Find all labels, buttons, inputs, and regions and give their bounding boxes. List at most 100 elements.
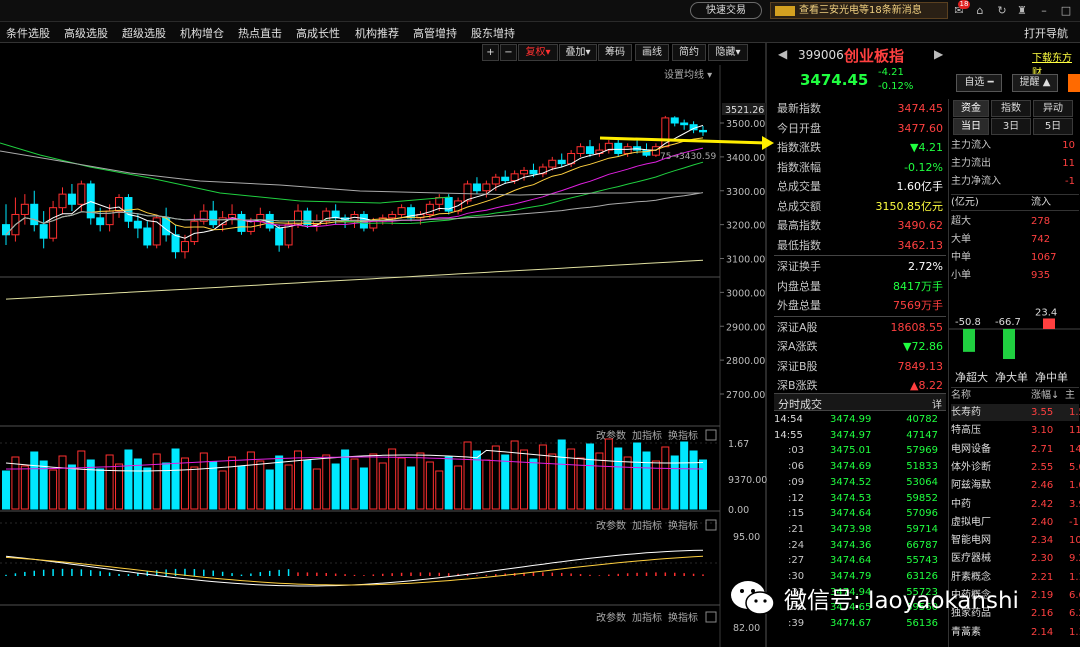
sector-pct: 3.10 bbox=[1031, 425, 1054, 437]
tick-detail-button[interactable]: 详 bbox=[932, 396, 942, 411]
tab-movement[interactable]: 异动 bbox=[1033, 100, 1073, 117]
tick-row[interactable]: :03 3475.01 57969 bbox=[774, 443, 946, 458]
flow-row: 主力净流入 -1 bbox=[951, 173, 1079, 190]
remind-button[interactable]: 提醒 ▲ bbox=[1012, 74, 1058, 92]
volume-bar bbox=[425, 461, 434, 510]
fuquan-button[interactable]: 复权▾ bbox=[518, 44, 558, 61]
volume-bar bbox=[237, 465, 246, 510]
candle-body bbox=[520, 169, 529, 175]
tick-row[interactable]: 14:54 3474.99 40782 bbox=[774, 412, 946, 427]
quote-row: 指数涨跌 ▼4.21 bbox=[777, 138, 945, 157]
sector-name: 青蒿素 bbox=[951, 626, 981, 638]
draw-line-button[interactable]: 画线 bbox=[635, 44, 669, 61]
sector-row[interactable]: 阿兹海默 2.46 1.0 bbox=[951, 477, 1080, 494]
sector-row[interactable]: 特高压 3.10 11 bbox=[951, 422, 1080, 439]
menu-item-super-pick[interactable]: 超级选股 bbox=[122, 25, 166, 41]
sector-row[interactable]: 青蒿素 2.14 1.1 bbox=[951, 624, 1080, 641]
volume-bar bbox=[265, 469, 274, 510]
index-name: 创业板指 bbox=[844, 47, 905, 65]
tick-row[interactable]: :24 3474.36 66787 bbox=[774, 538, 946, 553]
menu-item-high-growth[interactable]: 高成长性 bbox=[296, 25, 340, 41]
chips-button[interactable]: 筹码 bbox=[598, 44, 632, 61]
sector-row[interactable]: 体外诊断 2.55 5.0 bbox=[951, 459, 1080, 476]
menu-item-shareholder-increase[interactable]: 股东增持 bbox=[471, 25, 515, 41]
prev-arrow-icon[interactable]: ◀ bbox=[778, 47, 787, 61]
tick-price: 3474.53 bbox=[830, 492, 872, 504]
home-icon[interactable]: ⌂ bbox=[973, 4, 987, 18]
quote-separator bbox=[774, 255, 946, 256]
volume-bar bbox=[435, 470, 444, 510]
minimize-icon[interactable]: – bbox=[1037, 4, 1051, 18]
self-select-button[interactable]: 自选 ━ bbox=[956, 74, 1002, 92]
price-tick-label: 3300.00 bbox=[726, 187, 765, 198]
menu-item-advanced-pick[interactable]: 高级选股 bbox=[64, 25, 108, 41]
tab-fund[interactable]: 资金 bbox=[953, 100, 989, 117]
sector-name: 长寿药 bbox=[951, 407, 981, 418]
volume-bar bbox=[190, 466, 199, 510]
menu-item-institution-recommend[interactable]: 机构推荐 bbox=[355, 25, 399, 41]
volume-bar bbox=[463, 441, 472, 510]
tick-row[interactable]: :09 3474.52 53064 bbox=[774, 475, 946, 490]
menu-item-open-nav[interactable]: 打开导航 bbox=[1024, 25, 1068, 41]
candle-body bbox=[388, 213, 397, 219]
tick-row[interactable]: :12 3474.53 59852 bbox=[774, 491, 946, 506]
add-indicator-vol: 加指标 bbox=[632, 429, 662, 442]
volume-bar bbox=[303, 459, 312, 510]
volume-bar bbox=[275, 455, 284, 510]
news-ticker[interactable]: 查看三安光电等18条新消息 bbox=[770, 2, 948, 19]
menu-item-conditional-pick[interactable]: 条件选股 bbox=[6, 25, 50, 41]
zoom-in-button[interactable]: + bbox=[482, 44, 499, 61]
quick-trade-button[interactable]: 快速交易 bbox=[690, 2, 762, 19]
tab-3day[interactable]: 3日 bbox=[991, 118, 1031, 135]
sector-row[interactable]: 虚拟电厂 2.40 -1.2 bbox=[951, 514, 1080, 531]
tab-today[interactable]: 当日 bbox=[953, 118, 989, 135]
sector-row[interactable]: 医疗器械 2.30 9.2 bbox=[951, 550, 1080, 567]
set-ma-button[interactable]: 设置均线 ▾ bbox=[664, 66, 712, 81]
candle-body bbox=[20, 203, 29, 215]
hide-label: 隐藏 bbox=[715, 47, 736, 58]
sector-row[interactable]: 电网设备 2.71 14 bbox=[951, 441, 1080, 458]
tick-row[interactable]: :27 3474.64 55743 bbox=[774, 553, 946, 568]
flow-label: 主力净流入 bbox=[951, 176, 1001, 187]
order-value: 1067 bbox=[1031, 252, 1057, 263]
hide-button[interactable]: 隐藏▾ bbox=[708, 44, 748, 61]
zoom-out-button[interactable]: − bbox=[500, 44, 517, 61]
menu-item-hot-topics[interactable]: 热点直击 bbox=[238, 25, 282, 41]
refresh-icon[interactable]: ↻ bbox=[995, 4, 1009, 18]
quote-row: 最高指数 3490.62 bbox=[777, 216, 945, 235]
tick-row[interactable]: :15 3474.64 57096 bbox=[774, 506, 946, 521]
quote-label: 最低指数 bbox=[777, 238, 821, 252]
unit-label: (亿元) bbox=[951, 197, 979, 208]
low-annotation: 75→3430.59 bbox=[660, 152, 716, 162]
sector-row[interactable]: 智能电网 2.34 10 bbox=[951, 532, 1080, 549]
maximize-icon[interactable]: □ bbox=[1059, 4, 1073, 18]
menu-item-institution-increase[interactable]: 机构增仓 bbox=[180, 25, 224, 41]
quote-label: 总成交量 bbox=[777, 180, 821, 193]
volume-bar bbox=[284, 464, 293, 510]
sector-pct-header[interactable]: 涨幅↓ bbox=[1031, 388, 1059, 403]
tick-time: :21 bbox=[788, 523, 805, 535]
next-arrow-icon[interactable]: ▶ bbox=[934, 47, 943, 61]
shirt-icon[interactable]: ♜ bbox=[1015, 4, 1029, 18]
add-indicator-osc2: 加指标 bbox=[632, 611, 662, 624]
net-flow-bar bbox=[1003, 329, 1015, 360]
volume-bar bbox=[162, 462, 171, 510]
volume-bar bbox=[397, 457, 406, 510]
sector-row[interactable]: 长寿药 3.55 1.5 bbox=[951, 404, 1080, 421]
tab-index[interactable]: 指数 bbox=[991, 100, 1031, 117]
overlay-button[interactable]: 叠加▾ bbox=[559, 44, 597, 61]
candle-body bbox=[143, 227, 152, 246]
quote-value: ▼72.86 bbox=[903, 340, 943, 353]
main-menu: 条件选股 高级选股 超级选股 机构增仓 热点直击 高成长性 机构推荐 高管增持 … bbox=[0, 22, 1080, 43]
tick-row[interactable]: :06 3474.69 51833 bbox=[774, 459, 946, 474]
fuquan-label: 复权 bbox=[525, 47, 546, 58]
tick-row[interactable]: :21 3473.98 59714 bbox=[774, 522, 946, 537]
sector-pct: 2.71 bbox=[1031, 443, 1054, 455]
trade-button[interactable] bbox=[1068, 74, 1080, 92]
tab-5day[interactable]: 5日 bbox=[1033, 118, 1073, 135]
tick-row[interactable]: 14:55 3474.97 47147 bbox=[774, 428, 946, 443]
simple-mode-button[interactable]: 简约 bbox=[672, 44, 706, 61]
sector-row[interactable]: 中药 2.42 3.9 bbox=[951, 496, 1080, 513]
kline-chart[interactable]: 3500.00 3400.00 3300.00 3200.00 3100.00 3000.… bbox=[0, 43, 774, 647]
menu-item-executive-increase[interactable]: 高管增持 bbox=[413, 25, 457, 41]
